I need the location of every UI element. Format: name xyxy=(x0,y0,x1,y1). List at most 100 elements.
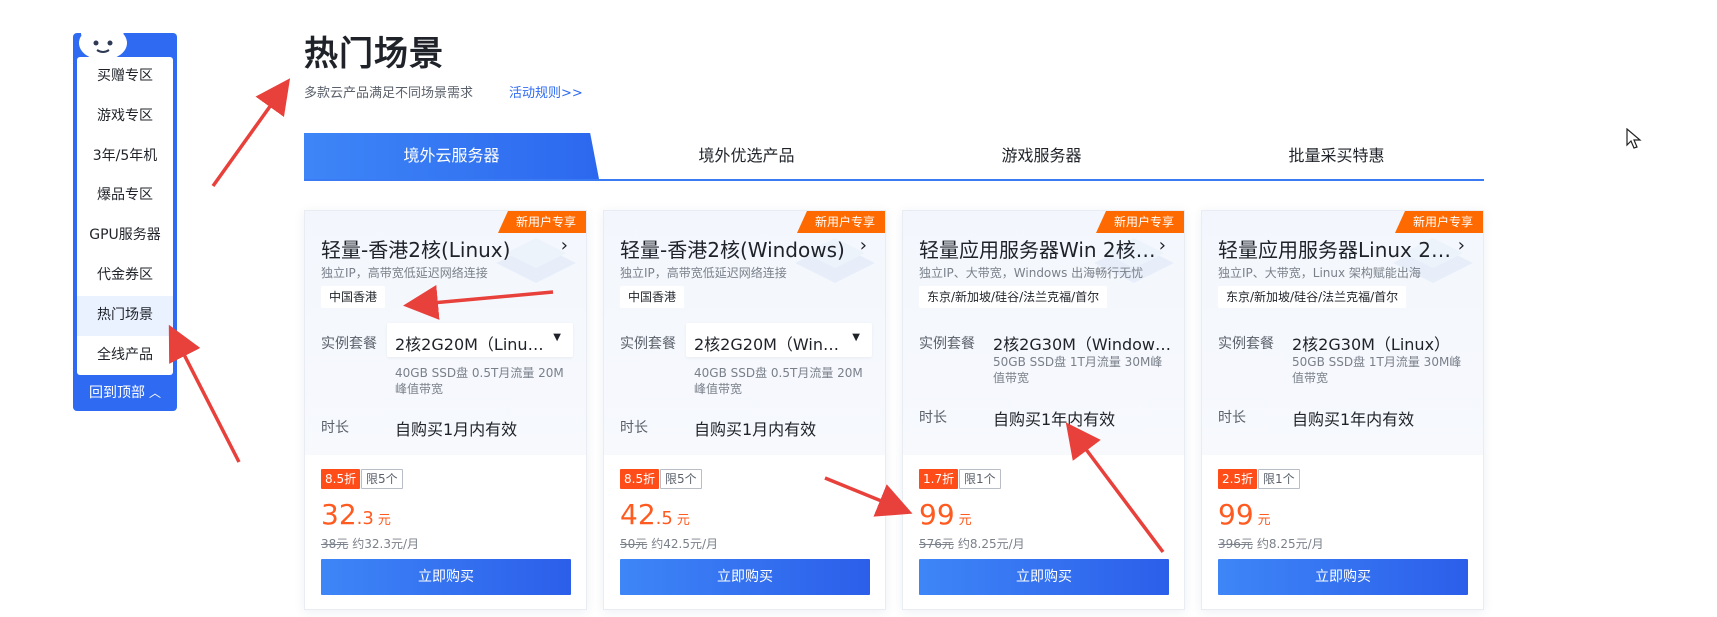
caret-down-icon: ▼ xyxy=(553,332,561,343)
page-subtitle: 多款云产品满足不同场景需求 xyxy=(304,86,474,101)
tab-bulk-purchase[interactable]: 批量采买特惠 xyxy=(1189,133,1484,179)
buy-now-button[interactable]: 立即购买 xyxy=(1218,559,1468,595)
card-title[interactable]: 轻量应用服务器Win 2核2G xyxy=(919,234,1159,263)
side-nav-item[interactable]: 买赠专区 xyxy=(77,57,173,97)
package-select-value: 2核2G20M（Windows系统） xyxy=(694,335,844,354)
side-floating-nav: 买赠专区 游戏专区 3年/5年机 爆品专区 GPU服务器 代金券区 热门场景 全… xyxy=(73,23,177,411)
buy-now-button[interactable]: 立即购买 xyxy=(919,559,1169,595)
region-tag: 东京/新加坡/硅谷/法兰克福/首尔 xyxy=(1218,286,1407,308)
original-price-row: 50元 约42.5元/月 xyxy=(620,535,718,552)
price-integer: 99 xyxy=(1218,498,1254,531)
mouse-cursor-icon xyxy=(1626,128,1642,149)
price-unit: 元 xyxy=(958,513,972,528)
package-label: 实例套餐 xyxy=(1218,336,1274,352)
side-nav-item[interactable]: GPU服务器 xyxy=(77,216,173,256)
side-nav-item[interactable]: 3年/5年机 xyxy=(77,137,173,177)
original-price: 576元 xyxy=(919,537,954,551)
chevron-right-icon[interactable]: › xyxy=(1458,235,1465,256)
limit-tag: 限1个 xyxy=(1258,469,1300,489)
price-decimal: .5 xyxy=(655,508,673,529)
new-user-badge: 新用户专享 xyxy=(497,211,586,233)
side-nav-panel: 买赠专区 游戏专区 3年/5年机 爆品专区 GPU服务器 代金券区 热门场景 全… xyxy=(77,57,173,375)
back-to-top-label: 回到顶部 xyxy=(88,385,145,401)
monthly-price: 约8.25元/月 xyxy=(1256,537,1324,551)
monthly-price: 约42.5元/月 xyxy=(651,537,719,551)
discount-tag: 1.7折 xyxy=(919,469,959,489)
region-tag: 中国香港 xyxy=(620,286,685,308)
price-integer: 32 xyxy=(321,498,357,531)
package-value: 2核2G30M（Windows系统） xyxy=(993,335,1173,354)
annotation-arrow xyxy=(168,324,241,463)
price-decimal: .3 xyxy=(356,508,374,529)
card-title[interactable]: 轻量-香港2核(Linux) xyxy=(321,234,561,263)
card-title[interactable]: 轻量应用服务器Linux 2核2G xyxy=(1218,234,1458,263)
original-price: 50元 xyxy=(620,537,648,551)
duration-value: 自购买1年内有效 xyxy=(1292,410,1415,429)
package-select-value: 2核2G20M（Linux系统） xyxy=(395,335,545,354)
monthly-price: 约32.3元/月 xyxy=(352,537,420,551)
limit-tag: 限5个 xyxy=(660,469,702,489)
limit-tag: 限5个 xyxy=(361,469,403,489)
region-tag: 中国香港 xyxy=(321,286,386,308)
duration-label: 时长 xyxy=(620,420,648,436)
package-spec: 50GB SSD盘 1T月流量 30M峰值带宽 xyxy=(1292,355,1462,385)
monthly-price: 约8.25元/月 xyxy=(957,537,1025,551)
chevron-right-icon[interactable]: › xyxy=(1159,235,1166,256)
side-nav-item[interactable]: 游戏专区 xyxy=(77,97,173,137)
package-label: 实例套餐 xyxy=(321,336,377,352)
annotation-arrow xyxy=(211,78,291,188)
discount-tag: 8.5折 xyxy=(321,469,361,489)
back-to-top-button[interactable]: 回到顶部 ︿ xyxy=(73,375,177,411)
price: 99 元 xyxy=(1218,498,1271,531)
price-unit: 元 xyxy=(1257,513,1271,528)
product-card: 新用户专享 轻量应用服务器Linux 2核2G › 独立IP、大带宽，Linux… xyxy=(1201,210,1484,610)
package-value: 2核2G30M（Linux） xyxy=(1292,335,1451,354)
limit-tag: 限1个 xyxy=(959,469,1001,489)
activity-rules-link[interactable]: 活动规则>> xyxy=(509,82,583,101)
price: 42.5 元 xyxy=(620,498,690,531)
tab-game-server[interactable]: 游戏服务器 xyxy=(894,133,1189,179)
discount-tag: 2.5折 xyxy=(1218,469,1258,489)
package-spec: 50GB SSD盘 1T月流量 30M峰值带宽 xyxy=(993,355,1163,385)
tab-overseas-cloud-server[interactable]: 境外云服务器 xyxy=(304,133,599,179)
card-description: 独立IP、大带宽，Windows 出海畅行无忧 xyxy=(919,266,1144,280)
duration-value: 自购买1年内有效 xyxy=(993,410,1116,429)
price-integer: 42 xyxy=(620,498,656,531)
original-price-row: 38元 约32.3元/月 xyxy=(321,535,419,552)
side-nav-item[interactable]: 全线产品 xyxy=(77,336,173,375)
price-unit: 元 xyxy=(676,513,690,528)
price: 99 元 xyxy=(919,498,972,531)
package-spec: 40GB SSD盘 0.5T月流量 20M峰值带宽 xyxy=(694,366,863,396)
original-price: 396元 xyxy=(1218,537,1253,551)
chevron-right-icon[interactable]: › xyxy=(561,235,568,256)
tab-overseas-preferred[interactable]: 境外优选产品 xyxy=(599,133,894,179)
side-nav-item-active[interactable]: 热门场景 xyxy=(77,295,173,336)
product-card: 新用户专享 轻量应用服务器Win 2核2G › 独立IP、大带宽，Windows… xyxy=(902,210,1185,610)
card-description: 独立IP，高带宽低延迟网络连接 xyxy=(620,266,787,280)
new-user-badge: 新用户专享 xyxy=(796,211,885,233)
side-nav-item[interactable]: 爆品专区 xyxy=(77,176,173,216)
price: 32.3 元 xyxy=(321,498,391,531)
page-title: 热门场景 xyxy=(304,34,444,74)
price-integer: 99 xyxy=(919,498,955,531)
original-price-row: 396元 约8.25元/月 xyxy=(1218,535,1324,552)
buy-now-button[interactable]: 立即购买 xyxy=(321,559,571,595)
card-description: 独立IP，高带宽低延迟网络连接 xyxy=(321,266,488,280)
new-user-badge: 新用户专享 xyxy=(1394,211,1483,233)
card-description: 独立IP、大带宽，Linux 架构赋能出海 xyxy=(1218,266,1421,280)
duration-label: 时长 xyxy=(321,420,349,436)
duration-label: 时长 xyxy=(919,410,947,426)
buy-now-button[interactable]: 立即购买 xyxy=(620,559,870,595)
card-title[interactable]: 轻量-香港2核(Windows) xyxy=(620,234,860,263)
package-select[interactable]: 2核2G20M（Linux系统） ▼ xyxy=(387,323,573,357)
side-nav-item[interactable]: 代金券区 xyxy=(77,256,173,296)
chevron-up-icon: ︿ xyxy=(148,386,161,400)
region-tag: 东京/新加坡/硅谷/法兰克福/首尔 xyxy=(919,286,1108,308)
scenario-tabs: 境外云服务器 境外优选产品 游戏服务器 批量采买特惠 xyxy=(304,133,1484,181)
chevron-right-icon[interactable]: › xyxy=(860,235,867,256)
product-card: 新用户专享 轻量-香港2核(Windows) › 独立IP，高带宽低延迟网络连接… xyxy=(603,210,886,610)
package-label: 实例套餐 xyxy=(620,336,676,352)
new-user-badge: 新用户专享 xyxy=(1095,211,1184,233)
package-select[interactable]: 2核2G20M（Windows系统） ▼ xyxy=(686,323,872,357)
duration-label: 时长 xyxy=(1218,410,1246,426)
